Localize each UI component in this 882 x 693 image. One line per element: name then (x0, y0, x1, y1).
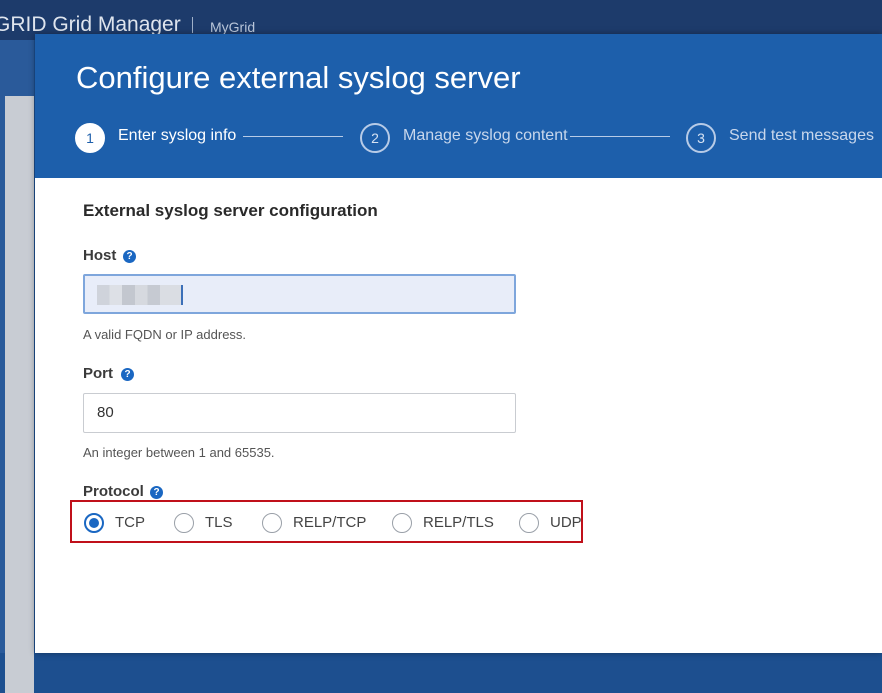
title-separator (192, 17, 193, 33)
protocol-help-icon[interactable]: ? (150, 486, 163, 499)
radio-relp-tcp-label[interactable]: RELP/TCP (293, 514, 366, 531)
step-1-indicator: 1 (75, 123, 105, 153)
background-page (0, 40, 34, 693)
modal-title: Configure external syslog server (76, 60, 521, 95)
host-help-icon[interactable]: ? (123, 250, 136, 263)
syslog-modal: Configure external syslog server 1 Enter… (35, 34, 882, 653)
section-title: External syslog server configuration (83, 201, 378, 220)
port-label: Port (83, 365, 113, 382)
port-help-icon[interactable]: ? (121, 368, 134, 381)
radio-relp-tls-label[interactable]: RELP/TLS (423, 514, 494, 531)
radio-udp[interactable] (519, 513, 539, 533)
step-2-indicator: 2 (360, 123, 390, 153)
host-hint: A valid FQDN or IP address. (83, 327, 247, 342)
step-connector-1 (243, 136, 343, 137)
background-panel (5, 96, 34, 693)
port-input[interactable]: 80 (83, 393, 516, 433)
port-value: 80 (97, 404, 114, 421)
redacted-host-value (97, 285, 181, 305)
host-label: Host (83, 247, 117, 264)
port-hint: An integer between 1 and 65535. (83, 445, 275, 460)
text-cursor (181, 285, 183, 305)
protocol-label: Protocol (83, 483, 144, 500)
radio-relp-tls[interactable] (392, 513, 412, 533)
radio-relp-tcp[interactable] (262, 513, 282, 533)
step-2-label: Manage syslog content (403, 127, 568, 144)
radio-udp-label[interactable]: UDP (550, 514, 582, 531)
host-input[interactable] (83, 274, 516, 314)
step-connector-2 (570, 136, 670, 137)
step-3-label: Send test messages (729, 127, 874, 144)
radio-tcp-label[interactable]: TCP (115, 514, 145, 531)
step-1-label: Enter syslog info (118, 127, 237, 144)
radio-tls[interactable] (174, 513, 194, 533)
step-3-indicator: 3 (686, 123, 716, 153)
modal-header: Configure external syslog server 1 Enter… (35, 34, 882, 178)
radio-tcp[interactable] (84, 513, 104, 533)
radio-tls-label[interactable]: TLS (205, 514, 233, 531)
grid-name: MyGrid (210, 19, 256, 35)
